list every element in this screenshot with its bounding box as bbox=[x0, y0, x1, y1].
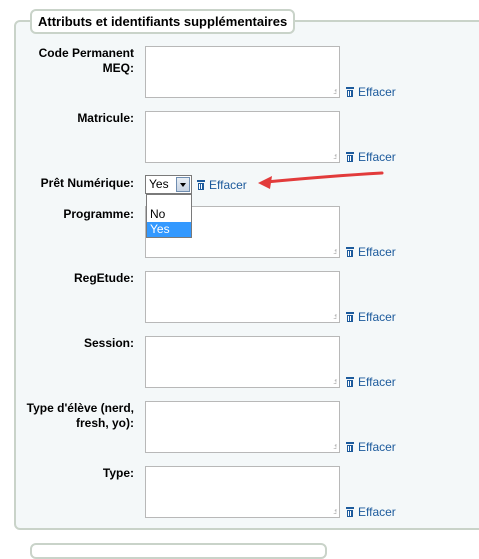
select-dropdown-list: No Yes bbox=[146, 194, 192, 238]
option-yes[interactable]: Yes bbox=[147, 222, 191, 237]
annotation-arrow-icon bbox=[258, 171, 384, 189]
option-no[interactable]: No bbox=[147, 207, 191, 222]
